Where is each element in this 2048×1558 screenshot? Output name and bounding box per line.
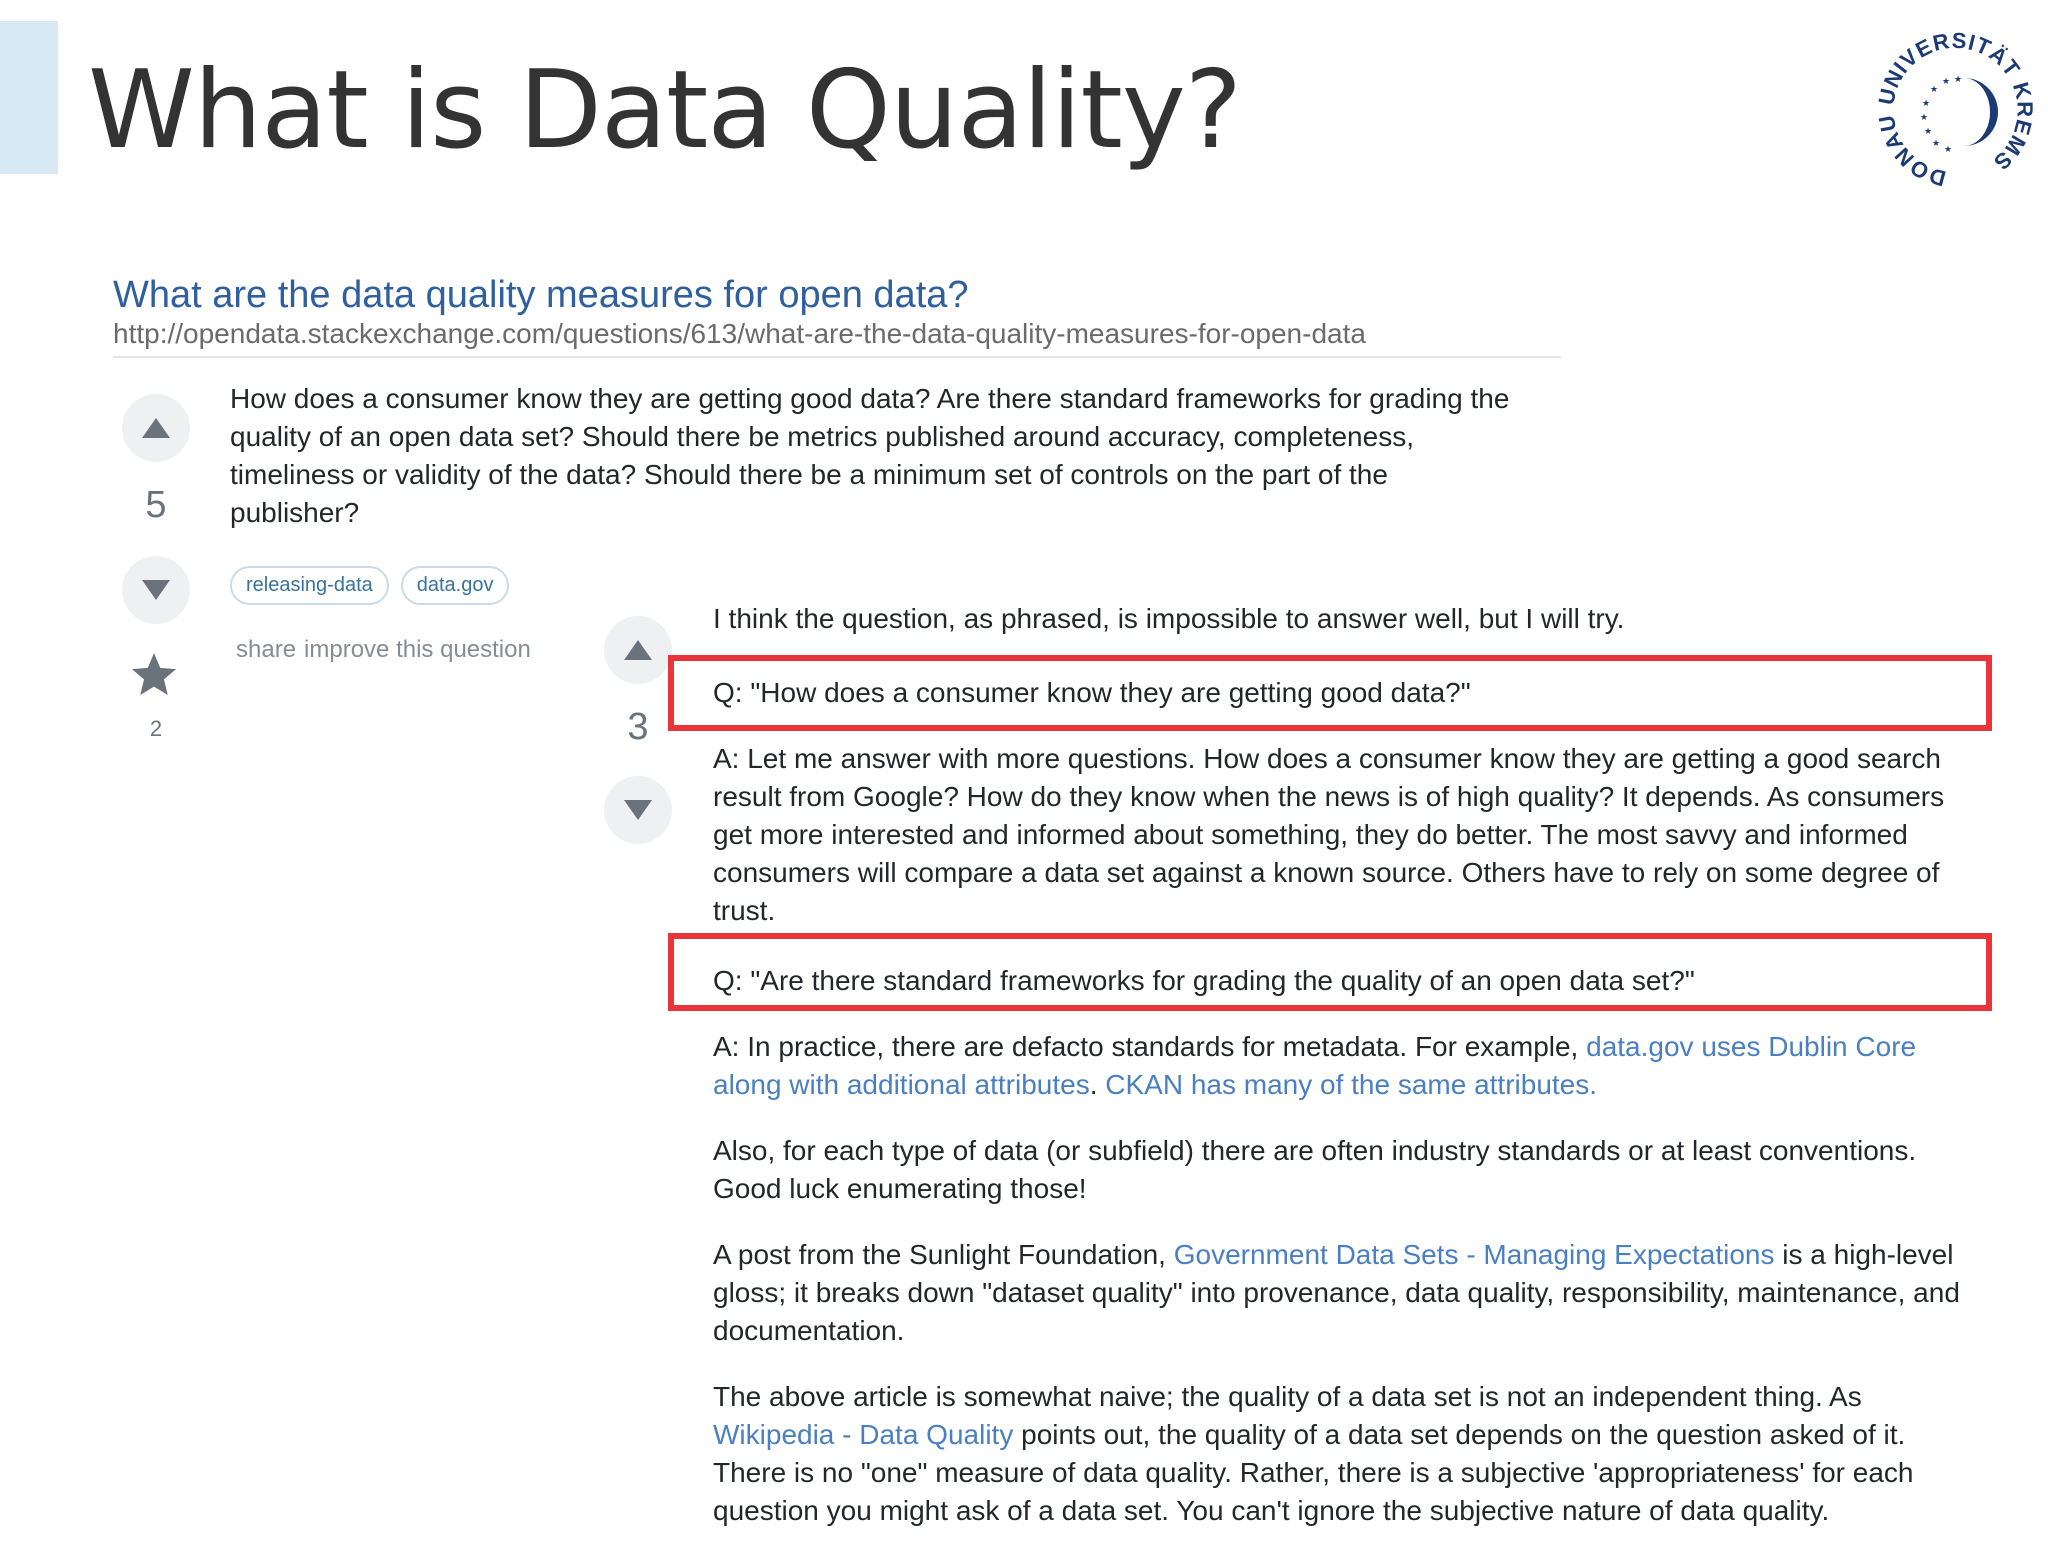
answer-paragraph-5: The above article is somewhat naive; the… [713, 1378, 1983, 1530]
svg-text:★: ★ [1920, 113, 1928, 123]
university-logo: DONAU UNIVERSITÄT KREMS ★★ ★ ★★★ ★★ [1873, 28, 2037, 192]
svg-text:★: ★ [1924, 127, 1932, 137]
sunlight-foundation-link[interactable]: Government Data Sets - Managing Expectat… [1174, 1239, 1775, 1270]
logo-text: DONAU UNIVERSITÄT KREMS [1873, 28, 2036, 192]
answer-body: I think the question, as phrased, is imp… [713, 600, 1983, 1558]
answer-paragraph-3: Also, for each type of data (or subfield… [713, 1135, 1917, 1204]
svg-text:★: ★ [1922, 99, 1930, 109]
slide-title: What is Data Quality? [88, 48, 1242, 173]
improve-question-link[interactable]: improve this question [304, 636, 531, 664]
question-vote-count: 5 [145, 484, 167, 526]
svg-text:DONAU UNIVERSITÄT KREMS: DONAU UNIVERSITÄT KREMS [1873, 28, 2037, 192]
question-body: How does a consumer know they are gettin… [230, 383, 1510, 528]
share-link[interactable]: share [236, 636, 296, 664]
answer-vote-count: 3 [627, 706, 649, 748]
answer-downvote-button[interactable] [604, 776, 672, 844]
question-url: http://opendata.stackexchange.com/questi… [113, 318, 1366, 349]
question-upvote-button[interactable] [122, 394, 190, 462]
text: A post from the Sunlight Foundation, [713, 1239, 1174, 1270]
arrow-up-icon [142, 418, 170, 438]
arrow-up-icon [624, 640, 652, 660]
tag-list: releasing-data data.gov [230, 566, 510, 605]
text: The above article is somewhat naive; the… [713, 1381, 1862, 1412]
answer-paragraph-4: A post from the Sunlight Foundation, Gov… [713, 1236, 1983, 1350]
divider [113, 356, 1561, 358]
svg-text:★: ★ [1944, 145, 1952, 155]
answer-intro: I think the question, as phrased, is imp… [713, 603, 1625, 634]
ckan-link[interactable]: CKAN has many of the same attributes. [1105, 1069, 1597, 1100]
answer-paragraph-2: A: In practice, there are defacto standa… [713, 1028, 1983, 1104]
answer-upvote-button[interactable] [604, 616, 672, 684]
question-title-link[interactable]: What are the data quality measures for o… [113, 274, 969, 317]
svg-text:★: ★ [1942, 77, 1950, 87]
favorite-count: 2 [149, 716, 163, 741]
text: . [1089, 1069, 1106, 1100]
wikipedia-data-quality-link[interactable]: Wikipedia - Data Quality [713, 1419, 1013, 1450]
tag-releasing-data[interactable]: releasing-data [230, 566, 389, 605]
post-menu: share improve this question [236, 636, 531, 664]
svg-text:★: ★ [1954, 75, 1962, 85]
text: A: In practice, there are defacto standa… [713, 1031, 1587, 1062]
arrow-down-icon [142, 580, 170, 600]
arrow-down-icon [624, 800, 652, 820]
svg-text:★: ★ [1932, 139, 1940, 149]
highlight-box-question-1 [668, 655, 1992, 731]
favorite-star-icon[interactable] [128, 650, 180, 700]
svg-text:★: ★ [1930, 85, 1938, 95]
answer-paragraph-1: A: Let me answer with more questions. Ho… [713, 743, 1945, 926]
question-downvote-button[interactable] [122, 556, 190, 624]
accent-bar [0, 21, 58, 174]
tag-data-gov[interactable]: data.gov [400, 566, 510, 605]
highlight-box-question-2 [668, 933, 1992, 1011]
